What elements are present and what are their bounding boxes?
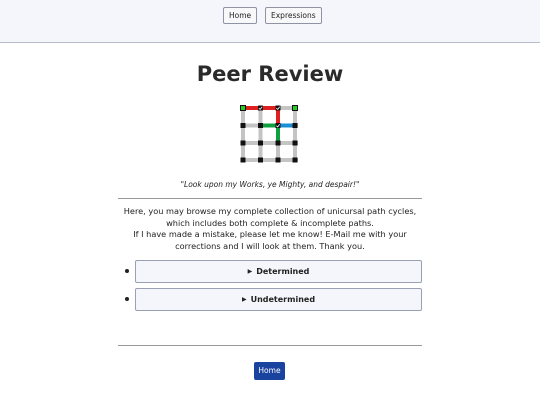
top-divider [118, 198, 422, 199]
undetermined-section-toggle[interactable]: ▶ Undetermined [135, 288, 422, 311]
footer-home-button[interactable]: Home [254, 362, 285, 380]
section-label: Determined [256, 267, 310, 276]
quote-text: "Look upon my Works, ye Mighty, and desp… [180, 180, 360, 189]
top-navigation-bar: Home Expressions [0, 0, 540, 43]
intro-paragraph-2: If I have made a mistake, please let me … [133, 229, 407, 251]
section-label: Undetermined [250, 295, 316, 304]
disclosure-triangle-icon: ▶ [247, 268, 253, 275]
nav-expressions-button[interactable]: Expressions [265, 7, 322, 24]
page-title: Peer Review [196, 62, 344, 86]
bottom-divider [118, 345, 422, 346]
intro-text: Here, you may browse my complete collect… [112, 206, 428, 252]
unicursal-path-logo [239, 104, 300, 165]
list-bullet [125, 297, 129, 301]
disclosure-triangle-icon: ▶ [241, 296, 247, 303]
determined-section-toggle[interactable]: ▶ Determined [135, 260, 422, 283]
list-bullet [125, 269, 129, 273]
intro-paragraph-1: Here, you may browse my complete collect… [123, 206, 417, 228]
grid-lines [241, 106, 298, 162]
grid-nodes [240, 105, 298, 163]
path-grid-graphic [240, 105, 298, 163]
nav-home-button[interactable]: Home [223, 7, 258, 24]
